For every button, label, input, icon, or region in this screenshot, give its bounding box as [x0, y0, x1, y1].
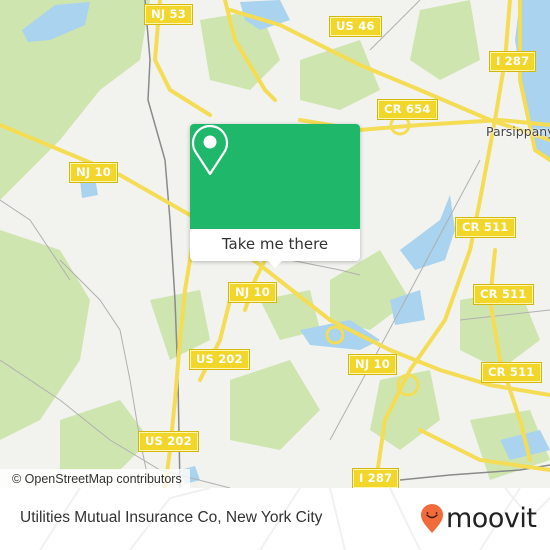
map-attribution[interactable]: © OpenStreetMap contributors [0, 469, 190, 488]
location-title: Utilities Mutual Insurance Co, New York … [20, 509, 323, 526]
map-view[interactable]: NJ 53 US 46 I 287 CR 654 NJ 10 CR 511 NJ… [0, 0, 550, 488]
road-shield: I 287 [351, 468, 400, 488]
road-shield: US 46 [329, 16, 382, 37]
moovit-wordmark: moovit [446, 503, 537, 534]
road-shield: CR 511 [481, 362, 542, 383]
road-shield: I 287 [488, 51, 537, 72]
map-pin-icon [191, 124, 229, 176]
moovit-logo[interactable]: moovit [420, 501, 537, 537]
road-shield: NJ 10 [228, 282, 277, 303]
popup-header [190, 124, 360, 229]
footer: Utilities Mutual Insurance Co, New York … [0, 488, 550, 550]
road-shield: US 202 [138, 431, 199, 452]
popup-pointer [267, 260, 283, 268]
road-shield: CR 511 [455, 217, 516, 238]
place-label: Parsippany-Troy Hills [486, 124, 550, 139]
road-shield: CR 654 [377, 99, 438, 120]
moovit-pin-icon [421, 504, 443, 533]
road-shield: CR 511 [473, 284, 534, 305]
road-shield: US 202 [189, 349, 250, 370]
road-shield: NJ 10 [348, 354, 397, 375]
take-me-there-button[interactable]: Take me there [190, 229, 360, 261]
location-popup: Take me there [190, 124, 360, 268]
road-shield: NJ 53 [144, 4, 193, 25]
road-shield: NJ 10 [69, 162, 118, 183]
